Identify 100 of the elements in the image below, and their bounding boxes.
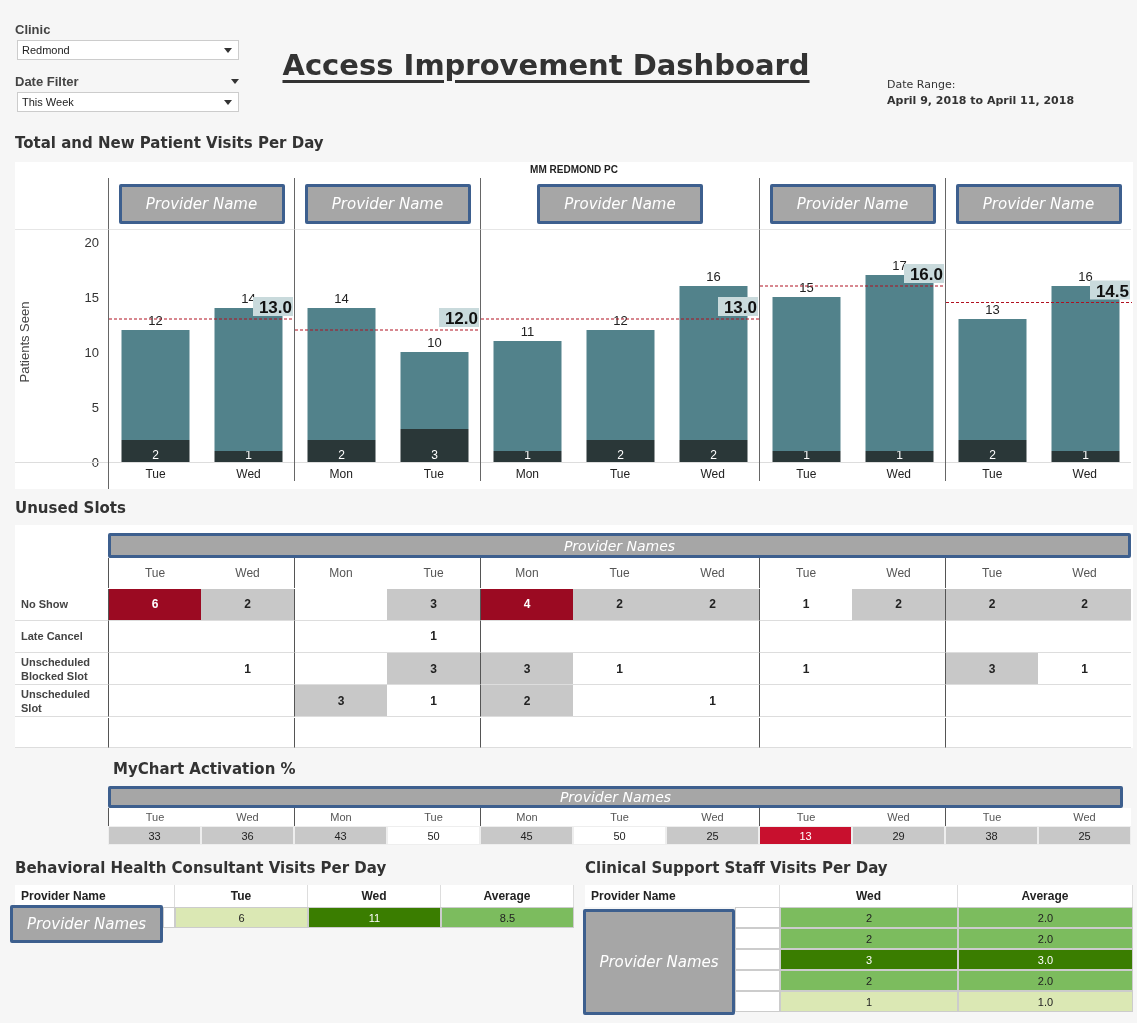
axis-label: Wed bbox=[1071, 466, 1098, 481]
new-patient-bar bbox=[679, 440, 748, 462]
day-label: Mon bbox=[480, 558, 573, 589]
table-cell: 1 bbox=[759, 653, 852, 686]
average-label: 12.0 bbox=[439, 308, 479, 328]
tick-label: 20 bbox=[84, 235, 99, 250]
table-cell: 36 bbox=[201, 826, 294, 845]
day-label: Wed bbox=[852, 808, 945, 826]
clinic-dropdown[interactable]: Redmond bbox=[17, 40, 239, 60]
dashboard-title: Access Improvement Dashboard bbox=[282, 48, 810, 84]
axis-title: Patients Seen bbox=[17, 301, 32, 383]
data-label: 16 bbox=[706, 269, 721, 284]
day-label: Tue bbox=[422, 565, 445, 583]
average-label: 16.0 bbox=[904, 264, 944, 284]
table-cell: 3 bbox=[294, 685, 387, 718]
data-label: 2 bbox=[617, 448, 624, 462]
axis-label: Tue bbox=[795, 466, 818, 481]
table-cell: 2 bbox=[780, 970, 958, 991]
table-cell: 2 bbox=[780, 928, 958, 949]
table-cell: 3 bbox=[945, 653, 1038, 686]
axis-label: Wed bbox=[699, 466, 726, 481]
ref-line-label: 14.5 bbox=[1095, 281, 1129, 301]
data-label: 14 bbox=[334, 291, 349, 306]
provider-name-label: Provider Name bbox=[537, 183, 703, 224]
provider-names-label: Provider Names bbox=[583, 909, 735, 1015]
caret-icon bbox=[224, 99, 232, 105]
new-patient-bar bbox=[1051, 451, 1120, 462]
column-header: Provider Name bbox=[585, 885, 780, 907]
facet-title: MM REDMOND PC bbox=[530, 163, 618, 177]
provider-name-label: Provider Name bbox=[955, 183, 1122, 224]
new-patient-bar bbox=[958, 440, 1027, 462]
average-label: 13.0 bbox=[253, 297, 293, 317]
table-cell: 2 bbox=[201, 588, 294, 621]
date-filter-dropdown[interactable]: This Week bbox=[17, 92, 239, 112]
table-cell: 2 bbox=[945, 588, 1038, 621]
table-cell: 29 bbox=[852, 826, 945, 845]
section-title: Behavioral Health Consultant Visits Per Day bbox=[15, 858, 387, 879]
data-label: 16 bbox=[1078, 269, 1093, 284]
day-label: Mon bbox=[480, 808, 573, 826]
column-header: Wed bbox=[308, 885, 441, 907]
table-cell: 25 bbox=[666, 826, 759, 845]
provider-name-label: Provider Name bbox=[769, 183, 936, 224]
axis-label: Wed bbox=[235, 466, 262, 481]
table-cell: 38 bbox=[945, 826, 1038, 845]
day-label: Wed bbox=[1071, 565, 1098, 583]
table-cell: 1 bbox=[759, 588, 852, 621]
table-cell: 25 bbox=[1038, 826, 1131, 845]
day-label: Wed bbox=[666, 808, 759, 826]
table-cell: 11 bbox=[308, 907, 441, 928]
day-label: Mon bbox=[294, 558, 387, 589]
day-label: Tue bbox=[108, 558, 201, 589]
tick-label: 5 bbox=[91, 400, 99, 415]
table-cell: 2 bbox=[1038, 588, 1131, 621]
caret-icon bbox=[224, 47, 232, 53]
day-label: Wed bbox=[1038, 808, 1131, 826]
table-cell: 3 bbox=[387, 588, 480, 621]
table-cell: 4 bbox=[480, 588, 573, 621]
table-cell: 6 bbox=[108, 588, 201, 621]
ref-line-label: 16.0 bbox=[909, 265, 943, 284]
new-patient-bar bbox=[586, 440, 655, 462]
provider-names-label: Provider Names bbox=[10, 905, 163, 943]
day-label: Tue bbox=[945, 808, 1038, 826]
table-cell: 2.0 bbox=[958, 928, 1133, 949]
data-label: 15 bbox=[799, 280, 814, 295]
table-cell: 2.0 bbox=[958, 970, 1133, 991]
axis-label: Wed bbox=[885, 466, 912, 481]
data-label: 2 bbox=[710, 448, 717, 462]
axis-label: Tue bbox=[608, 466, 632, 481]
table-cell: 1 bbox=[780, 991, 958, 1012]
table-cell: 2 bbox=[852, 588, 945, 621]
data-label: 3 bbox=[431, 448, 438, 462]
table-cell: 2 bbox=[573, 588, 666, 621]
table-cell: 50 bbox=[573, 826, 666, 845]
tick-label: 15 bbox=[84, 290, 99, 305]
day-label: Wed bbox=[699, 565, 726, 583]
new-patient-bar bbox=[400, 429, 469, 462]
day-label: Tue bbox=[608, 565, 631, 583]
provider-names-label: Provider Names bbox=[108, 786, 1123, 808]
data-label: 2 bbox=[152, 448, 159, 462]
table-cell: 13 bbox=[759, 826, 852, 845]
data-label: 13 bbox=[985, 302, 1000, 317]
new-patient-bar bbox=[865, 451, 934, 462]
column-header: Wed bbox=[780, 885, 958, 907]
day-label: Tue bbox=[759, 558, 852, 589]
ref-line-label: 13.0 bbox=[258, 298, 292, 317]
day-label: Wed bbox=[234, 565, 261, 583]
new-patient-bar bbox=[307, 440, 376, 462]
day-label: Wed bbox=[885, 565, 912, 583]
new-patient-bar bbox=[214, 451, 283, 462]
provider-name-label: Provider Name bbox=[304, 183, 471, 224]
table-cell: 3 bbox=[780, 949, 958, 970]
day-label: Tue bbox=[108, 808, 201, 826]
table-cell: 2 bbox=[666, 588, 759, 621]
date-range-value: April 9, 2018 to April 11, 2018 bbox=[887, 94, 1076, 107]
table-cell: 50 bbox=[387, 826, 480, 845]
table-cell: 1.0 bbox=[958, 991, 1133, 1012]
day-label: Tue bbox=[945, 558, 1038, 589]
axis-label: Mon bbox=[328, 466, 354, 481]
filter-label: Date Filter bbox=[15, 73, 79, 89]
table-cell: 2 bbox=[480, 685, 573, 718]
